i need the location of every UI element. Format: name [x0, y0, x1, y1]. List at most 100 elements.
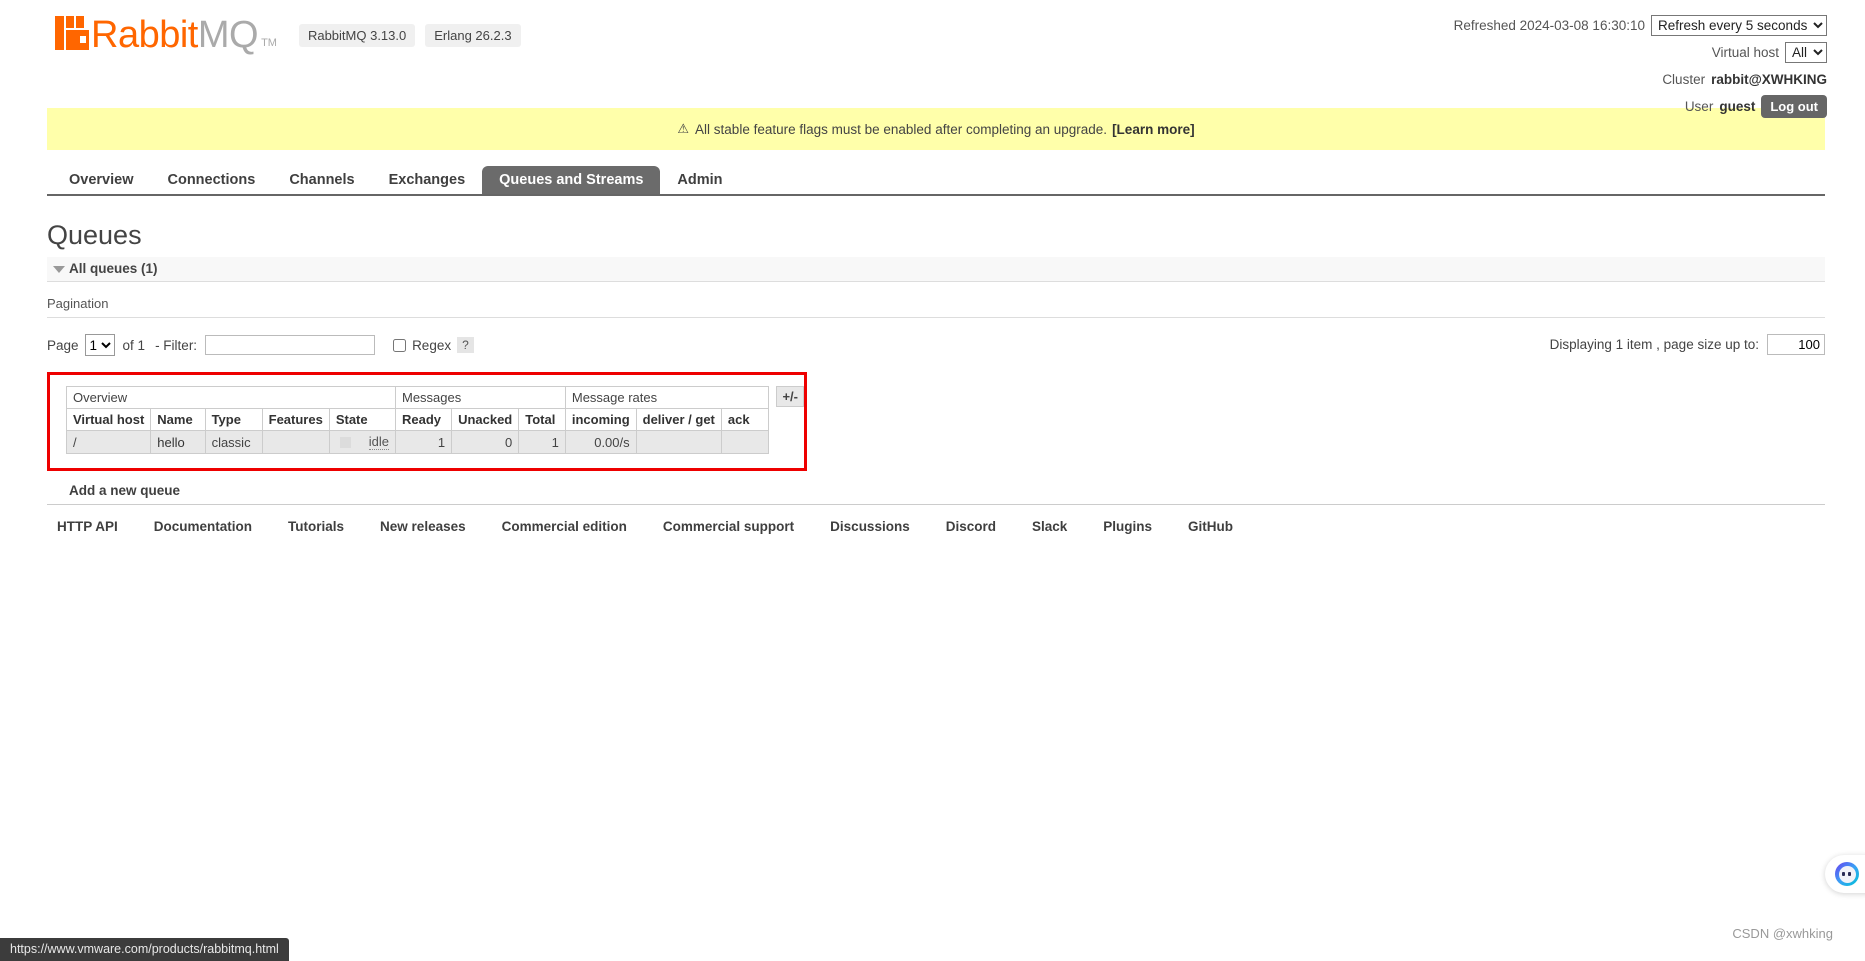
footer-link-commercial-edition[interactable]: Commercial edition [502, 519, 627, 534]
tab-admin[interactable]: Admin [660, 166, 739, 194]
logo-trademark: TM [261, 37, 277, 49]
footer-links: HTTP API Documentation Tutorials New rel… [47, 504, 1825, 534]
regex-toggle-group: Regex ? [393, 337, 474, 353]
regex-checkbox[interactable] [393, 338, 407, 352]
tab-overview[interactable]: Overview [52, 166, 151, 194]
rabbitmq-logo-icon [55, 16, 89, 50]
cell-ack [720, 430, 770, 454]
filter-input[interactable] [205, 335, 376, 355]
queues-table-highlight: Overview Messages Message rates Virtual … [47, 372, 807, 471]
learn-more-link[interactable]: [Learn more] [1112, 122, 1195, 137]
refreshed-label: Refreshed 2024-03-08 16:30:10 [1453, 17, 1645, 33]
footer-link-tutorials[interactable]: Tutorials [288, 519, 344, 534]
cell-virtual-host: / [65, 430, 152, 454]
column-incoming[interactable]: incoming [564, 408, 637, 431]
logout-button[interactable]: Log out [1761, 94, 1827, 118]
header-controls: Refreshed 2024-03-08 16:30:10 Refresh ev… [1454, 14, 1827, 122]
cell-queue-name[interactable]: hello [150, 430, 206, 454]
warning-text: All stable feature flags must be enabled… [695, 121, 1108, 137]
tab-connections[interactable]: Connections [151, 166, 273, 194]
column-deliver-get[interactable]: deliver / get [635, 408, 722, 431]
all-queues-section-header[interactable]: All queues (1) [47, 257, 1825, 282]
refresh-interval-select[interactable]: Refresh every 5 seconds [1651, 14, 1827, 36]
all-queues-label: All queues (1) [69, 261, 158, 276]
tab-exchanges[interactable]: Exchanges [372, 166, 483, 194]
logo-wordmark: RabbitMQ [91, 14, 259, 56]
column-features[interactable]: Features [261, 408, 330, 431]
vhost-label: Virtual host [1711, 44, 1779, 60]
table-group-header-row: Overview Messages Message rates [66, 386, 770, 409]
vhost-select[interactable]: All [1785, 41, 1827, 63]
page-title: Queues [47, 220, 142, 250]
floating-assistant-widget[interactable] [1825, 855, 1865, 893]
page-label: Page [47, 337, 79, 353]
logo-rabbit-text: Rabbit [91, 14, 198, 56]
footer-link-slack[interactable]: Slack [1032, 519, 1067, 534]
watermark: CSDN @xwhking [1732, 926, 1833, 941]
user-row: User guest Log out [1454, 94, 1827, 118]
regex-label: Regex [412, 337, 452, 353]
cell-total: 1 [518, 430, 566, 454]
chevron-down-icon [53, 266, 65, 273]
regex-help-icon[interactable]: ? [457, 337, 474, 353]
tab-channels[interactable]: Channels [272, 166, 371, 194]
main-content: Queues All queues (1) Pagination Page 1 … [47, 220, 1825, 504]
rabbitmq-management-page: RabbitMQ TM RabbitMQ 3.13.0 Erlang 26.2.… [0, 0, 1865, 961]
cell-state: idle [328, 430, 397, 454]
footer-link-github[interactable]: GitHub [1188, 519, 1233, 534]
toggle-columns-button[interactable]: +/- [776, 386, 804, 407]
footer-link-documentation[interactable]: Documentation [154, 519, 252, 534]
state-indicator-icon [339, 436, 351, 448]
group-overview: Overview [66, 386, 396, 409]
footer-link-commercial-support[interactable]: Commercial support [663, 519, 794, 534]
column-unacked[interactable]: Unacked [451, 408, 520, 431]
state-text: idle [368, 434, 389, 450]
column-type[interactable]: Type [204, 408, 263, 431]
column-virtual-host[interactable]: Virtual host [65, 408, 152, 431]
group-messages: Messages [395, 386, 566, 409]
cluster-row: Cluster rabbit@XWHKING [1454, 68, 1827, 90]
column-name[interactable]: Name [150, 408, 206, 431]
version-badges: RabbitMQ 3.13.0 Erlang 26.2.3 [298, 24, 521, 47]
column-state[interactable]: State [328, 408, 397, 431]
add-new-queue-label: Add a new queue [69, 483, 181, 498]
page-total-label: of 1 [122, 337, 146, 353]
page-header: RabbitMQ TM RabbitMQ 3.13.0 Erlang 26.2.… [0, 0, 1865, 118]
displaying-text: Displaying 1 item , page size up to: [1549, 337, 1759, 352]
group-message-rates: Message rates [564, 386, 770, 409]
column-ack[interactable]: ack [720, 408, 770, 431]
user-label: User [1684, 98, 1714, 114]
cell-ready: 1 [394, 430, 453, 454]
column-total[interactable]: Total [518, 408, 566, 431]
main-navigation-tabs: Overview Connections Channels Exchanges … [47, 166, 1825, 196]
browser-status-bar: https://www.vmware.com/products/rabbitmq… [0, 938, 289, 961]
footer-link-plugins[interactable]: Plugins [1103, 519, 1152, 534]
warning-triangle-icon: ⚠ [677, 121, 690, 136]
erlang-version-badge: Erlang 26.2.3 [425, 24, 521, 47]
table-column-header-row: Virtual host Name Type Features State Re… [65, 408, 770, 431]
table-row[interactable]: / hello classic idle 1 0 1 0.00/s [65, 430, 770, 454]
cell-deliver-get [635, 430, 722, 454]
cell-type: classic [204, 430, 263, 454]
add-new-queue-section[interactable]: Add a new queue [47, 479, 1825, 504]
footer-link-discord[interactable]: Discord [946, 519, 996, 534]
refresh-row: Refreshed 2024-03-08 16:30:10 Refresh ev… [1454, 14, 1827, 36]
column-ready[interactable]: Ready [394, 408, 453, 431]
rabbitmq-logo[interactable]: RabbitMQ TM RabbitMQ 3.13.0 Erlang 26.2.… [55, 16, 521, 54]
cluster-name: rabbit@XWHKING [1711, 71, 1827, 87]
tab-queues-and-streams[interactable]: Queues and Streams [482, 166, 661, 194]
footer-link-http-api[interactable]: HTTP API [57, 519, 118, 534]
displaying-controls: Displaying 1 item , page size up to: [1550, 334, 1825, 355]
pagination-controls: Page 1 of 1 - Filter: Regex ? Displaying… [47, 332, 1825, 358]
logo-mq-text: MQ [197, 14, 259, 56]
cell-unacked: 0 [451, 430, 520, 454]
rabbitmq-version-badge: RabbitMQ 3.13.0 [298, 24, 416, 47]
assistant-face-icon [1835, 862, 1859, 886]
page-size-input[interactable] [1767, 334, 1825, 355]
footer-link-discussions[interactable]: Discussions [830, 519, 910, 534]
filter-label: - Filter: [155, 337, 198, 353]
footer-link-new-releases[interactable]: New releases [380, 519, 466, 534]
cell-features [261, 430, 330, 454]
page-number-select[interactable]: 1 [84, 334, 115, 356]
user-name: guest [1719, 98, 1756, 114]
